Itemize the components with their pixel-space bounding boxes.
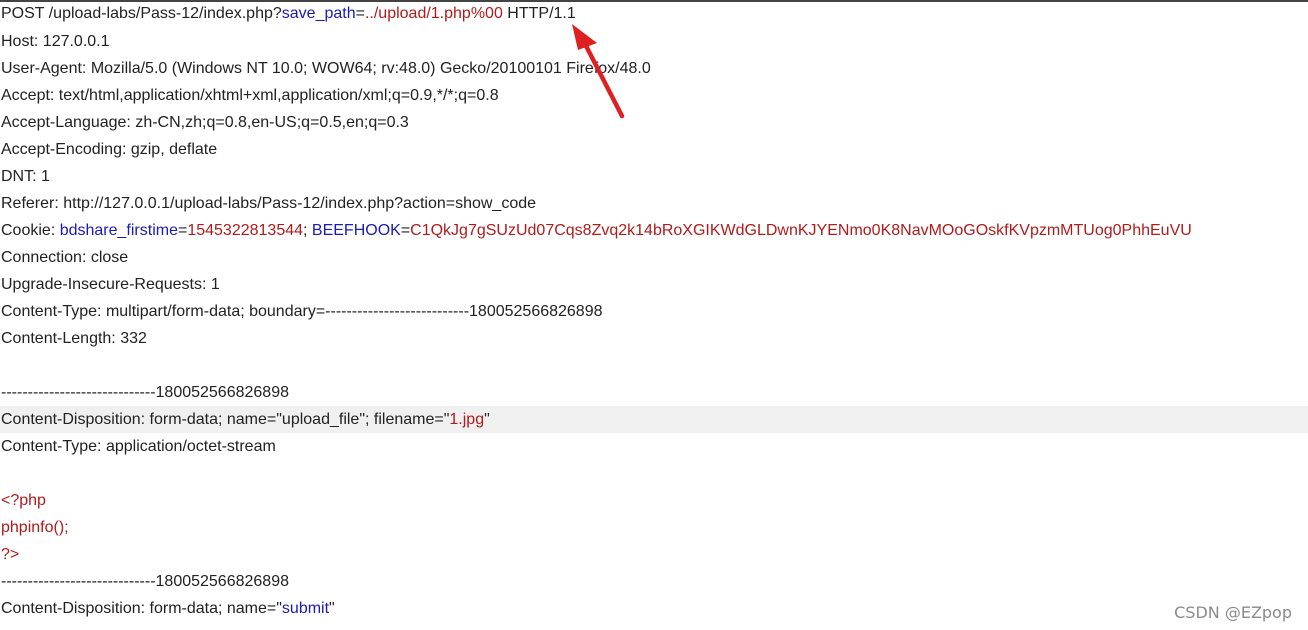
watermark-text: CSDN @EZpop — [1174, 603, 1292, 622]
red-arrow-icon — [572, 24, 625, 119]
